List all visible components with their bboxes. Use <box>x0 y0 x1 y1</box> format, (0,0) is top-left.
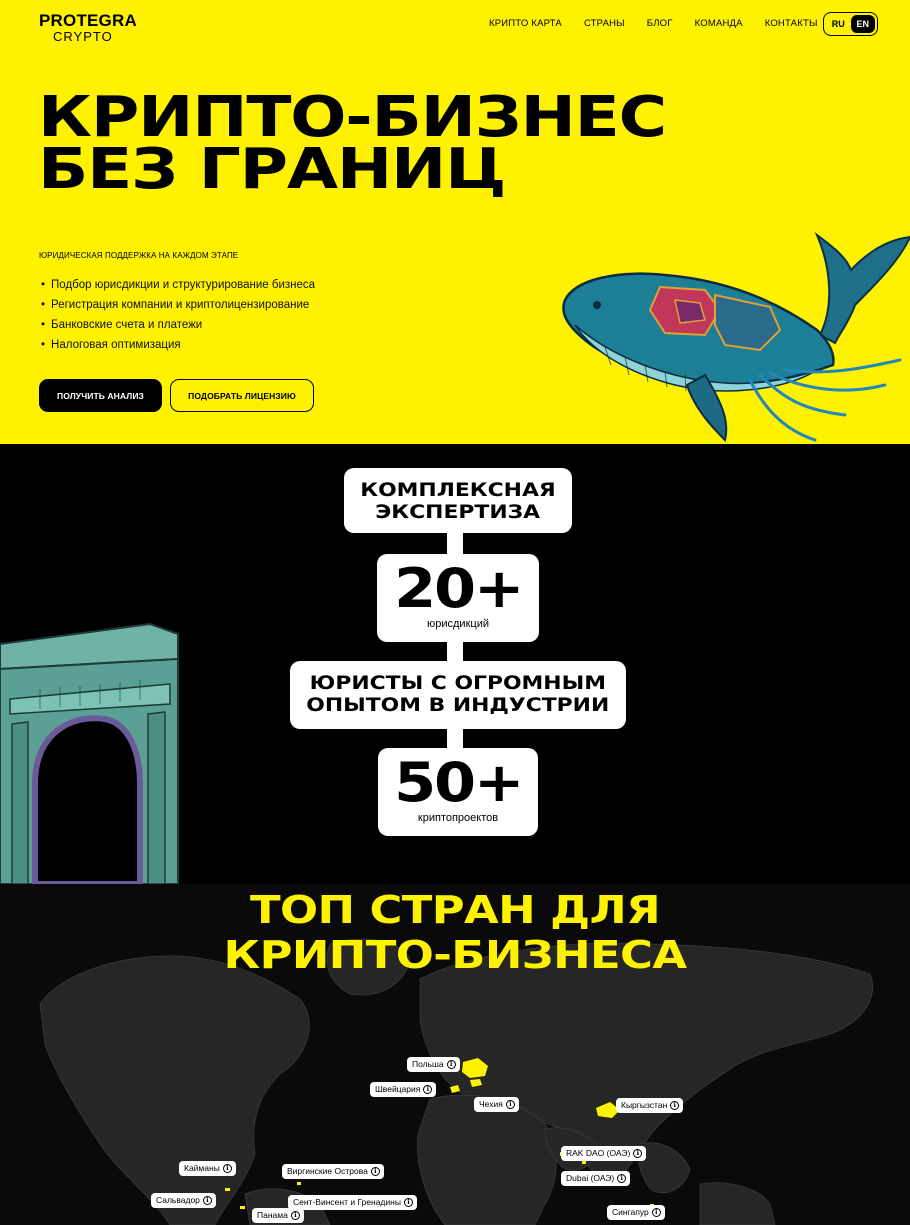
country-label: Виргинские Острова <box>287 1166 368 1176</box>
info-icon[interactable]: i <box>633 1149 643 1158</box>
hero-title-line2: БЕЗ ГРАНИЦ <box>38 137 506 202</box>
country-label: RAK DAO (ОАЭ) <box>566 1148 631 1158</box>
country-tag-st-vincent[interactable]: Сент-Винсент и Гренадины i <box>288 1195 417 1210</box>
brand-subname: CRYPTO <box>53 29 113 44</box>
language-switcher: RU EN <box>823 12 878 36</box>
country-tag-czechia[interactable]: Чехия i <box>474 1097 519 1112</box>
info-icon[interactable]: i <box>617 1174 627 1183</box>
info-icon[interactable]: i <box>222 1164 232 1173</box>
card-line: ЭКСПЕРТИЗА <box>375 501 541 523</box>
brand-logo[interactable]: PROTEGRA CRYPTO <box>39 12 137 43</box>
info-icon[interactable]: i <box>505 1100 515 1109</box>
country-tag-panama[interactable]: Панама i <box>252 1208 304 1223</box>
info-icon[interactable]: i <box>423 1085 433 1094</box>
card-line: ЮРИСТЫ С ОГРОМНЫМ <box>309 672 607 694</box>
crypto-map-section: ТОП СТРАН ДЛЯ КРИПТО-БИЗНЕСА Польша i Шве… <box>0 884 910 1225</box>
country-label: Кайманы <box>184 1163 220 1173</box>
stat-card-projects: 50+ криптопроектов <box>378 748 538 836</box>
nav-item-crypto-map[interactable]: КРИПТО КАРТА <box>489 18 562 29</box>
country-label: Сальвадор <box>156 1195 200 1205</box>
map-title: ТОП СТРАН ДЛЯ КРИПТО-БИЗНЕСА <box>0 888 910 978</box>
feature-list: Подбор юрисдикции и структурирование биз… <box>41 277 315 357</box>
lang-ru-button[interactable]: RU <box>826 15 851 33</box>
info-icon[interactable]: i <box>651 1208 661 1217</box>
stats-section: КОМПЛЕКСНАЯ ЭКСПЕРТИЗА 20+ юрисдикций ЮР… <box>0 444 910 884</box>
country-label: Кыргызстан <box>621 1100 668 1110</box>
info-icon[interactable]: i <box>403 1198 413 1207</box>
nav-item-contacts[interactable]: КОНТАКТЫ <box>765 18 818 29</box>
country-label: Сент-Винсент и Гренадины <box>293 1197 401 1207</box>
stat-number: 20+ <box>393 557 524 620</box>
stat-card-lawyers: ЮРИСТЫ С ОГРОМНЫМ ОПЫТОМ В ИНДУСТРИИ <box>290 661 626 729</box>
nav-item-countries[interactable]: СТРАНЫ <box>584 18 625 29</box>
country-tag-rak-dao[interactable]: RAK DAO (ОАЭ) i <box>561 1146 647 1161</box>
nav-item-team[interactable]: КОМАНДА <box>695 18 743 29</box>
feature-item: Банковские счета и платежи <box>41 317 315 337</box>
info-icon[interactable]: i <box>670 1101 680 1110</box>
country-label: Сингапур <box>612 1207 649 1217</box>
country-tag-el-salvador[interactable]: Сальвадор i <box>151 1193 216 1208</box>
whale-illustration <box>562 231 910 442</box>
map-title-line1: ТОП СТРАН ДЛЯ <box>249 888 661 932</box>
card-line: ОПЫТОМ В ИНДУСТРИИ <box>306 694 610 716</box>
country-label: Панама <box>257 1210 288 1220</box>
feature-item: Подбор юрисдикции и структурирование биз… <box>41 277 315 297</box>
country-tag-switzerland[interactable]: Швейцария i <box>370 1082 437 1097</box>
stat-card-jurisdictions: 20+ юрисдикций <box>377 554 539 642</box>
get-analysis-button[interactable]: ПОЛУЧИТЬ АНАЛИЗ <box>39 379 162 412</box>
hero-section: PROTEGRA CRYPTO КРИПТО КАРТА СТРАНЫ БЛОГ… <box>0 0 910 444</box>
country-tag-virgin-islands[interactable]: Виргинские Острова i <box>282 1164 384 1179</box>
main-nav: КРИПТО КАРТА СТРАНЫ БЛОГ КОМАНДА КОНТАКТ… <box>489 18 840 29</box>
card-line: КОМПЛЕКСНАЯ <box>360 479 556 501</box>
country-tag-poland[interactable]: Польша i <box>407 1057 460 1072</box>
lang-en-button[interactable]: EN <box>850 15 875 33</box>
country-tag-kyrgyzstan[interactable]: Кыргызстан i <box>616 1098 684 1113</box>
map-title-line2: КРИПТО-БИЗНЕСА <box>223 933 688 977</box>
info-icon[interactable]: i <box>370 1167 380 1176</box>
info-icon[interactable]: i <box>290 1211 300 1220</box>
country-tag-dubai[interactable]: Dubai (ОАЭ) i <box>561 1171 631 1186</box>
country-label: Чехия <box>479 1099 503 1109</box>
country-label: Dubai (ОАЭ) <box>566 1173 615 1183</box>
feature-item: Регистрация компании и криптолицензирова… <box>41 297 315 317</box>
stat-card-expertise: КОМПЛЕКСНАЯ ЭКСПЕРТИЗА <box>344 468 572 533</box>
hero-title: КРИПТО-БИЗНЕС БЕЗ ГРАНИЦ <box>38 90 667 202</box>
nav-item-blog[interactable]: БЛОГ <box>647 18 673 29</box>
info-icon[interactable]: i <box>446 1060 456 1069</box>
country-tag-singapore[interactable]: Сингапур i <box>607 1205 665 1220</box>
arch-illustration <box>0 622 179 884</box>
country-tag-cayman[interactable]: Кайманы i <box>179 1161 236 1176</box>
feature-item: Налоговая оптимизация <box>41 337 315 357</box>
hero-subtitle: ЮРИДИЧЕСКАЯ ПОДДЕРЖКА НА КАЖДОМ ЭТАПЕ <box>39 251 239 260</box>
stat-number: 50+ <box>393 751 524 814</box>
country-label: Швейцария <box>375 1084 421 1094</box>
choose-license-button[interactable]: ПОДОБРАТЬ ЛИЦЕНЗИЮ <box>170 379 314 412</box>
brand-name: PROTEGRA <box>39 11 137 30</box>
info-icon[interactable]: i <box>202 1196 212 1205</box>
country-label: Польша <box>412 1059 444 1069</box>
